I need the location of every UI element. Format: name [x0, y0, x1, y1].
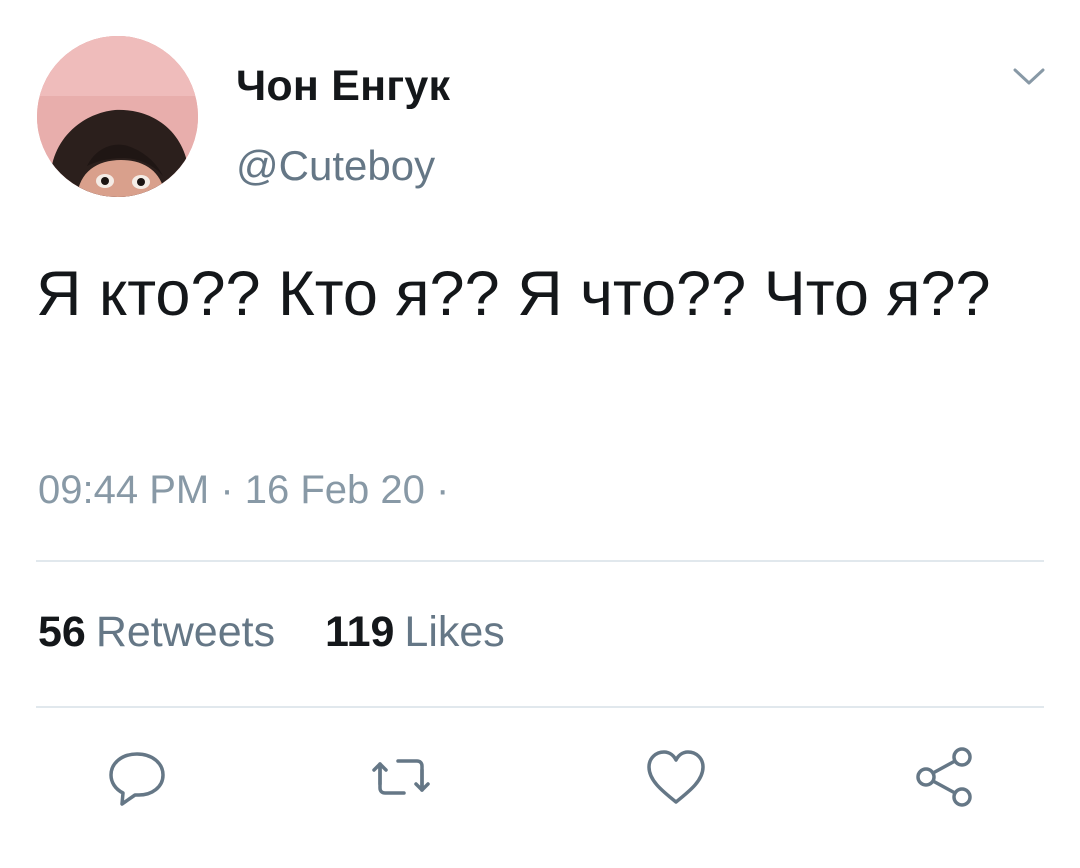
tweet-text: Я кто?? Кто я?? Я что?? Что я?? [36, 259, 991, 329]
reply-button[interactable] [102, 742, 172, 812]
likes-count: 119 [325, 608, 395, 656]
chevron-down-icon[interactable] [1012, 64, 1046, 90]
retweet-icon [372, 759, 430, 795]
tweet-timestamp[interactable]: 09:44 PM · 16 Feb 20 · [38, 468, 449, 513]
divider [36, 560, 1044, 562]
likes-stat[interactable]: 119 Likes [325, 608, 505, 657]
retweets-count: 56 [38, 608, 86, 656]
reply-icon [109, 752, 165, 806]
user-handle[interactable]: @Cuteboy [236, 142, 435, 190]
retweets-stat[interactable]: 56 Retweets [38, 608, 275, 657]
avatar[interactable] [37, 36, 198, 197]
share-icon [916, 747, 972, 807]
display-name[interactable]: Чон Енгук [236, 62, 450, 111]
tweet-stats: 56 Retweets 119 Likes [38, 608, 543, 657]
retweets-label: Retweets [95, 608, 276, 656]
share-button[interactable] [910, 742, 980, 812]
divider [36, 706, 1044, 708]
retweet-button[interactable] [366, 742, 436, 812]
likes-label: Likes [404, 608, 505, 656]
like-button[interactable] [641, 742, 711, 812]
tweet-card: Чон Енгук @Cuteboy Я кто?? Кто я?? Я что… [0, 0, 1080, 868]
heart-icon [647, 750, 705, 804]
